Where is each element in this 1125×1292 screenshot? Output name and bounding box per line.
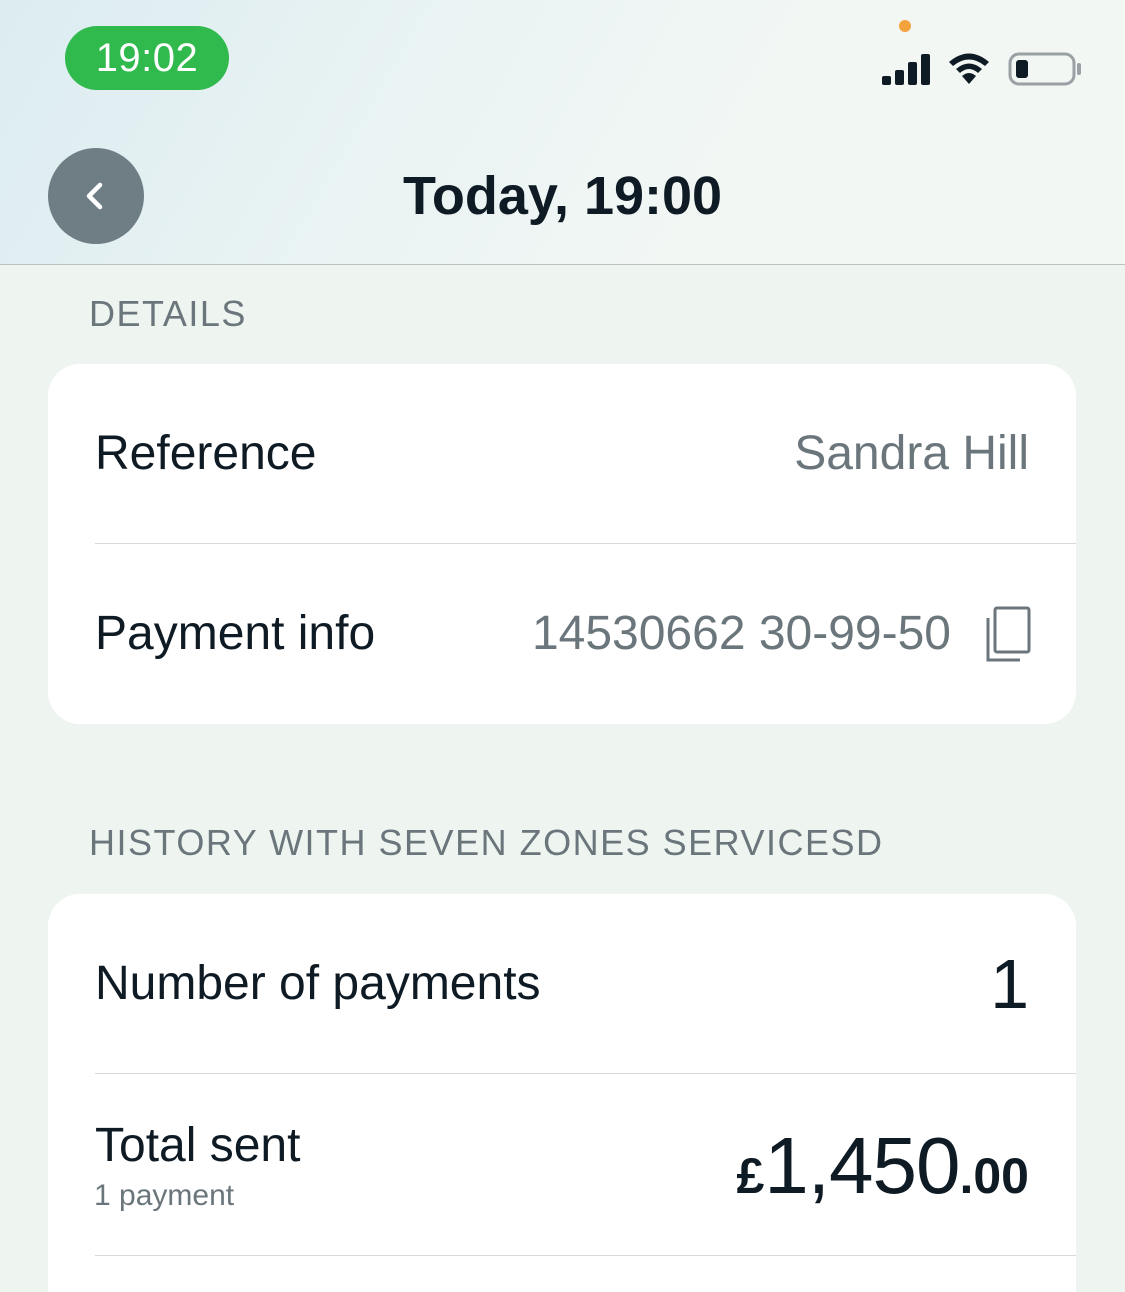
reference-value: Sandra Hill: [794, 427, 1029, 480]
back-button[interactable]: [48, 148, 144, 244]
chevron-left-icon: [86, 182, 103, 210]
total-sent-sublabel: 1 payment: [94, 1179, 235, 1212]
reference-label: Reference: [95, 427, 317, 480]
payment-info-value[interactable]: 14530662 30-99-50: [532, 604, 951, 664]
amount-decimal: .00: [959, 1148, 1029, 1204]
payment-info-row: Payment info 14530662 30-99-50: [48, 544, 1076, 724]
amount-whole: 1,450: [764, 1121, 960, 1210]
header-area: 19:02 Today, 19:00: [0, 0, 1125, 265]
page-title: Today, 19:00: [402, 166, 723, 226]
wifi-icon: [949, 53, 989, 84]
total-sent-label: Total sent: [95, 1119, 301, 1172]
status-time: 19:02: [65, 26, 229, 90]
history-section-label: HISTORY WITH SEVEN ZONES SERVICESD: [89, 822, 884, 863]
currency-symbol: £: [736, 1148, 765, 1204]
history-card: Number of payments 1 Total sent 1 paymen…: [48, 894, 1076, 1292]
copy-icon[interactable]: [982, 606, 1032, 664]
recording-indicator: [899, 20, 911, 32]
number-of-payments-row: Number of payments 1: [48, 894, 1076, 1074]
details-card: Reference Sandra Hill Payment info 14530…: [48, 364, 1076, 724]
payment-info-label: Payment info: [95, 607, 376, 660]
number-of-payments-label: Number of payments: [95, 957, 541, 1010]
transaction-detail-screen: 19:02 Today, 19:00 DETAILS Reference San…: [0, 0, 1125, 1292]
total-sent-amount: £ 1,450 .00: [736, 1120, 1029, 1212]
number-of-payments-value: 1: [990, 945, 1029, 1023]
signal-icon: [882, 54, 930, 85]
reference-row: Reference Sandra Hill: [48, 364, 1076, 544]
details-section-label: DETAILS: [89, 293, 247, 334]
battery-icon: [1008, 52, 1081, 86]
total-sent-row[interactable]: Total sent 1 payment £ 1,450 .00: [48, 1074, 1076, 1256]
divider: [95, 1255, 1076, 1256]
